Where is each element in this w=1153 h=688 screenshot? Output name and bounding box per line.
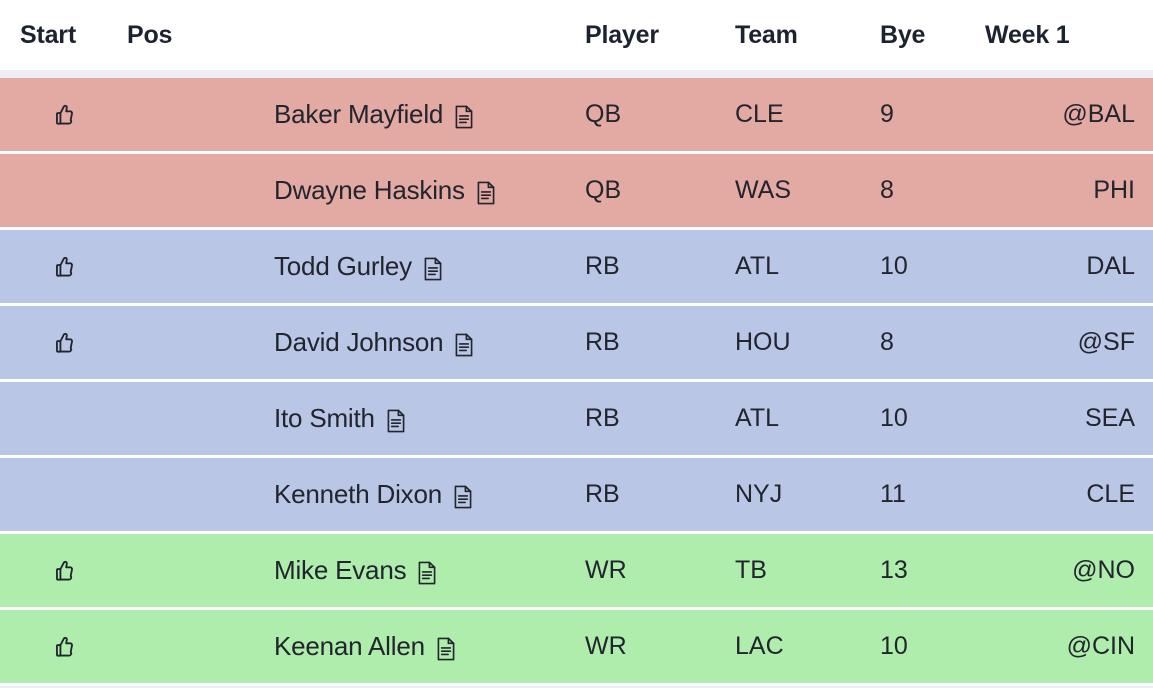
thumbs-up-icon-empty — [51, 178, 77, 204]
table-row[interactable]: Dwayne Haskins QB WAS 8 PHI — [0, 154, 1153, 230]
column-header-team: Team — [735, 20, 798, 49]
cell-player: QB — [585, 100, 622, 128]
cell-week: @CIN — [1066, 632, 1135, 660]
cell-player: WR — [585, 632, 627, 660]
player-name-label[interactable]: Keenan Allen — [274, 631, 425, 662]
note-document-icon[interactable] — [422, 256, 444, 282]
cell-start[interactable] — [0, 330, 127, 356]
cell-start[interactable] — [0, 482, 127, 508]
cell-player-name[interactable]: David Johnson — [127, 327, 585, 358]
cell-week: @BAL — [1062, 100, 1135, 128]
note-document-icon[interactable] — [435, 636, 457, 662]
cell-start[interactable] — [0, 406, 127, 432]
note-document-icon[interactable] — [453, 332, 475, 358]
cell-bye: 9 — [880, 100, 894, 128]
cell-player-name[interactable]: Ito Smith — [127, 403, 585, 434]
table-body: Baker Mayfield QB CLE 9 @BAL Dwayne Haskins QB… — [0, 78, 1153, 686]
cell-team: LAC — [735, 632, 784, 660]
cell-bye: 10 — [880, 252, 908, 280]
cell-team: CLE — [735, 100, 784, 128]
cell-start[interactable] — [0, 254, 127, 280]
column-header-bye: Bye — [880, 20, 926, 49]
cell-week: PHI — [1093, 176, 1135, 204]
table-row[interactable]: Todd Gurley RB ATL 10 DAL — [0, 230, 1153, 306]
cell-team: ATL — [735, 252, 779, 280]
player-name-label[interactable]: Dwayne Haskins — [274, 175, 465, 206]
column-header-pos: Pos — [127, 20, 173, 49]
note-document-icon[interactable] — [416, 560, 438, 586]
cell-player: RB — [585, 404, 620, 432]
cell-start[interactable] — [0, 634, 127, 660]
table-row[interactable]: Keenan Allen WR LAC 10 @CIN — [0, 610, 1153, 686]
thumbs-up-icon[interactable] — [51, 254, 77, 280]
cell-player: RB — [585, 480, 620, 508]
thumbs-up-icon-empty — [51, 406, 77, 432]
header-divider — [0, 70, 1153, 78]
cell-bye: 10 — [880, 632, 908, 660]
player-name-label[interactable]: Ito Smith — [274, 403, 375, 434]
cell-week: SEA — [1084, 404, 1135, 432]
thumbs-up-icon[interactable] — [51, 330, 77, 356]
table-header-row: Start Pos Player Team Bye Week 1 — [0, 0, 1153, 78]
cell-week: DAL — [1086, 252, 1135, 280]
cell-bye: 8 — [880, 176, 894, 204]
thumbs-up-icon[interactable] — [51, 558, 77, 584]
cell-week: CLE — [1086, 480, 1135, 508]
cell-bye: 8 — [880, 328, 894, 356]
cell-player-name[interactable]: Kenneth Dixon — [127, 479, 585, 510]
cell-player-name[interactable]: Mike Evans — [127, 555, 585, 586]
note-document-icon[interactable] — [453, 104, 475, 130]
cell-start[interactable] — [0, 178, 127, 204]
cell-bye: 13 — [880, 556, 908, 584]
column-header-week1: Week 1 — [985, 20, 1070, 49]
cell-start[interactable] — [0, 102, 127, 128]
table-row[interactable]: Baker Mayfield QB CLE 9 @BAL — [0, 78, 1153, 154]
table-row[interactable]: Kenneth Dixon RB NYJ 11 CLE — [0, 458, 1153, 534]
cell-team: TB — [735, 556, 767, 584]
cell-team: NYJ — [735, 480, 783, 508]
cell-team: HOU — [735, 328, 791, 356]
column-header-start: Start — [20, 20, 76, 49]
cell-player-name[interactable]: Keenan Allen — [127, 631, 585, 662]
cell-team: ATL — [735, 404, 779, 432]
cell-player: WR — [585, 556, 627, 584]
table-row[interactable]: Mike Evans WR TB 13 @NO — [0, 534, 1153, 610]
fantasy-roster-table: Start Pos Player Team Bye Week 1 Baker M… — [0, 0, 1153, 688]
player-name-label[interactable]: David Johnson — [274, 327, 444, 358]
column-header-player: Player — [585, 20, 659, 49]
table-row[interactable]: David Johnson RB HOU 8 @SF — [0, 306, 1153, 382]
cell-player: RB — [585, 252, 620, 280]
cell-player-name[interactable]: Baker Mayfield — [127, 99, 585, 130]
player-name-label[interactable]: Baker Mayfield — [274, 99, 443, 130]
cell-player: RB — [585, 328, 620, 356]
note-document-icon[interactable] — [452, 484, 474, 510]
cell-bye: 11 — [880, 480, 906, 508]
table-row[interactable]: Ito Smith RB ATL 10 SEA — [0, 382, 1153, 458]
thumbs-up-icon[interactable] — [51, 102, 77, 128]
cell-player-name[interactable]: Todd Gurley — [127, 251, 585, 282]
player-name-label[interactable]: Todd Gurley — [274, 251, 412, 282]
thumbs-up-icon[interactable] — [51, 634, 77, 660]
cell-player: QB — [585, 176, 622, 204]
cell-week: @NO — [1072, 556, 1135, 584]
cell-bye: 10 — [880, 404, 908, 432]
cell-team: WAS — [735, 176, 792, 204]
note-document-icon[interactable] — [475, 180, 497, 206]
cell-player-name[interactable]: Dwayne Haskins — [127, 175, 585, 206]
note-document-icon[interactable] — [385, 408, 407, 434]
player-name-label[interactable]: Mike Evans — [274, 555, 407, 586]
cell-start[interactable] — [0, 558, 127, 584]
thumbs-up-icon-empty — [51, 482, 77, 508]
player-name-label[interactable]: Kenneth Dixon — [274, 479, 442, 510]
cell-week: @SF — [1077, 328, 1135, 356]
